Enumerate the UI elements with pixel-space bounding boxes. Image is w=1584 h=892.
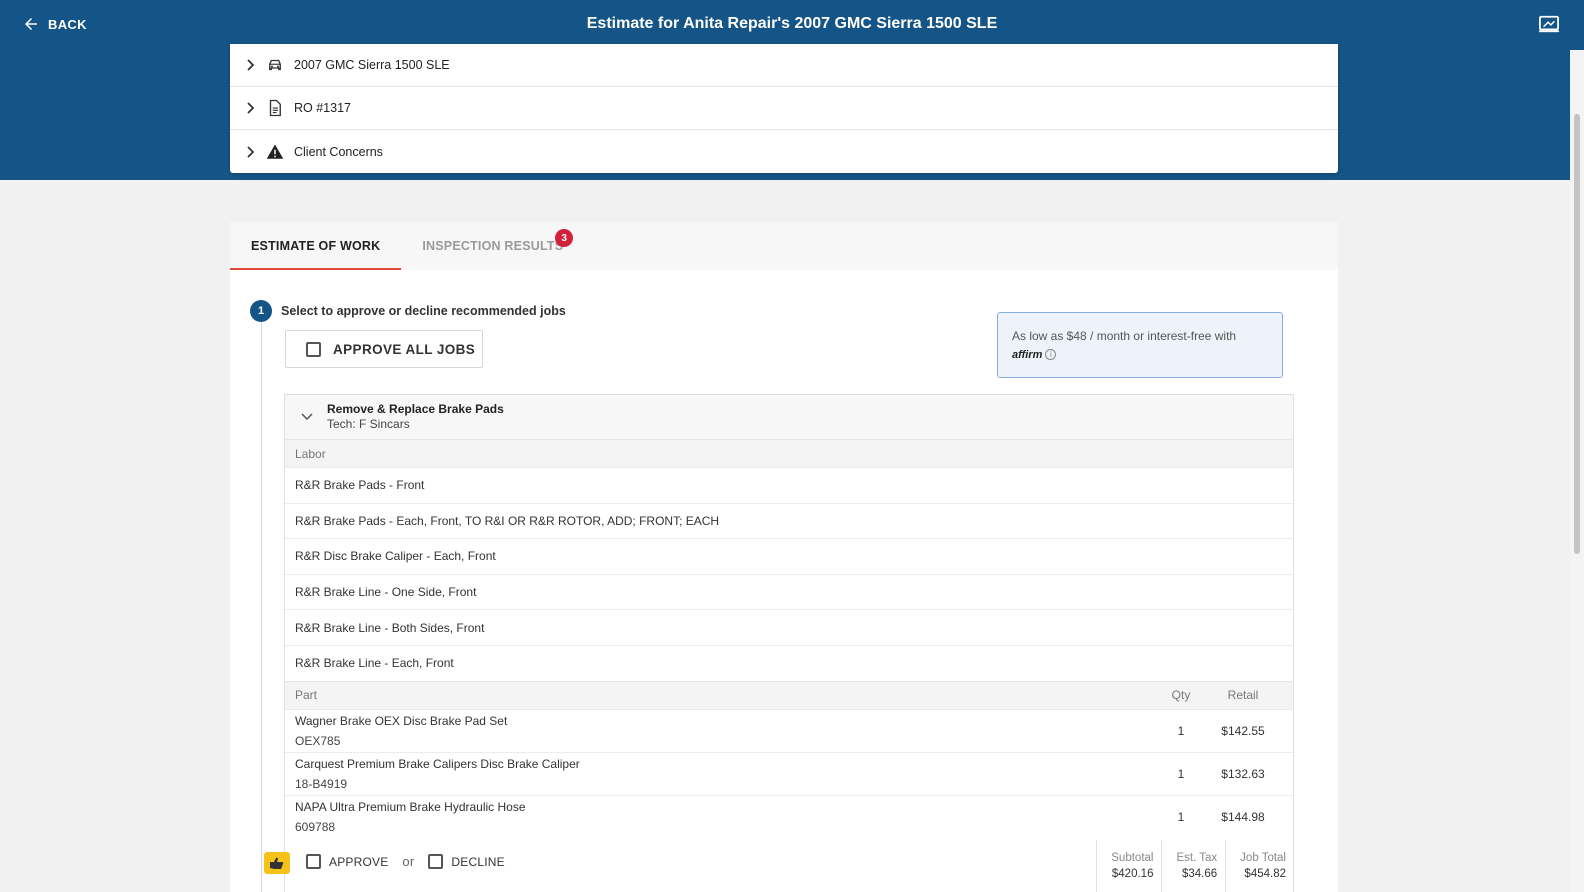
chevron-right-icon [247, 102, 255, 114]
job-totals: Subtotal $420.16 Est. Tax $34.66 Job Tot… [1096, 840, 1294, 892]
part-qty: 1 [1177, 766, 1185, 781]
labor-row: R&R Brake Line - One Side, Front [285, 573, 1293, 610]
part-name: Carquest Premium Brake Calipers Disc Bra… [295, 756, 580, 771]
estimate-card: ESTIMATE OF WORK INSPECTION RESULTS 3 1 … [230, 222, 1338, 892]
labor-row: R&R Brake Line - Each, Front [285, 644, 1293, 681]
or-label: or [402, 854, 415, 869]
part-qty: 1 [1177, 809, 1185, 824]
checkbox-icon [306, 341, 321, 357]
retail-column-header: Retail [1227, 688, 1259, 703]
tax-label: Est. Tax [1176, 852, 1218, 864]
summary-item-label: RO #1317 [294, 101, 351, 115]
summary-item-vehicle[interactable]: 2007 GMC Sierra 1500 SLE [230, 44, 1338, 87]
notification-badge: 3 [555, 229, 574, 247]
subtotal: Subtotal $420.16 [1096, 840, 1161, 892]
part-row: Carquest Premium Brake Calipers Disc Bra… [285, 751, 1293, 795]
labor-header: Labor [285, 439, 1293, 467]
chevron-right-icon [247, 59, 255, 71]
approve-decline-controls: APPROVE or DECLINE [306, 854, 505, 869]
approve-all-label: APPROVE ALL JOBS [333, 341, 476, 357]
part-number: 18-B4919 [295, 776, 348, 791]
affirm-logo: affirm [1012, 349, 1043, 361]
top-bar: BACK Estimate for Anita Repair's 2007 GM… [0, 0, 1584, 50]
job-total: Job Total $454.82 [1225, 840, 1294, 892]
part-retail: $144.98 [1221, 809, 1265, 824]
job-header[interactable]: Remove & Replace Brake Pads Tech: F Sinc… [285, 395, 1293, 439]
job-tech: Tech: F Sincars [327, 417, 410, 431]
tab-bar: ESTIMATE OF WORK INSPECTION RESULTS 3 [230, 222, 1338, 270]
subtotal-value: $420.16 [1111, 868, 1154, 880]
labor-row: R&R Brake Line - Both Sides, Front [285, 609, 1293, 645]
part-number: 609788 [295, 819, 336, 834]
step-line [261, 322, 262, 892]
tab-label: ESTIMATE OF WORK [251, 239, 381, 253]
screen-share-icon[interactable] [1538, 14, 1560, 34]
affirm-text: As low as $48 / month or interest-free w… [1012, 329, 1237, 343]
tab-estimate-of-work[interactable]: ESTIMATE OF WORK [230, 222, 402, 270]
part-row: NAPA Ultra Premium Brake Hydraulic Hose 6… [285, 794, 1293, 838]
affirm-financing-banner[interactable]: As low as $48 / month or interest-free w… [997, 312, 1283, 378]
step-instruction: 1 Select to approve or decline recommend… [250, 300, 566, 322]
approve-label: APPROVE [329, 854, 389, 869]
scrollbar-thumb[interactable] [1574, 114, 1580, 554]
part-column-header: Part [295, 688, 318, 703]
page-title: Estimate for Anita Repair's 2007 GMC Sie… [586, 15, 998, 32]
tab-inspection-results[interactable]: INSPECTION RESULTS 3 [401, 222, 584, 270]
summary-item-label: Client Concerns [294, 144, 383, 159]
chevron-right-icon [247, 145, 255, 158]
approve-all-jobs-button[interactable]: APPROVE ALL JOBS [285, 330, 483, 368]
estimated-tax: Est. Tax $34.66 [1161, 840, 1225, 892]
part-row: Wagner Brake OEX Disc Brake Pad Set OEX78… [285, 708, 1293, 752]
summary-item-ro[interactable]: RO #1317 [230, 87, 1338, 130]
job-title: Remove & Replace Brake Pads [327, 402, 504, 416]
info-icon[interactable]: i [1045, 349, 1057, 361]
decline-checkbox[interactable] [428, 854, 444, 869]
part-name: NAPA Ultra Premium Brake Hydraulic Hose [295, 799, 526, 814]
job-total-value: $454.82 [1244, 868, 1286, 880]
pointing-hand-icon [264, 852, 290, 874]
part-qty: 1 [1177, 723, 1185, 738]
part-name: Wagner Brake OEX Disc Brake Pad Set [295, 713, 508, 728]
approve-checkbox[interactable] [306, 854, 321, 869]
step-number: 1 [250, 300, 272, 322]
tax-value: $34.66 [1181, 868, 1218, 880]
part-retail: $132.63 [1221, 766, 1265, 781]
decline-label: DECLINE [451, 854, 505, 869]
labor-row: R&R Brake Pads - Front [285, 467, 1293, 503]
labor-row: R&R Disc Brake Caliper - Each, Front [285, 538, 1293, 574]
labor-row: R&R Brake Pads - Each, Front, TO R&I OR … [285, 502, 1293, 539]
summary-item-concerns[interactable]: Client Concerns [230, 130, 1338, 173]
part-number: OEX785 [295, 733, 341, 748]
parts-header: Part Qty Retail [285, 680, 1293, 709]
car-icon [269, 59, 281, 71]
chevron-down-icon [301, 413, 313, 421]
step-text: Select to approve or decline recommended… [281, 304, 566, 318]
job-card: Remove & Replace Brake Pads Tech: F Sinc… [284, 394, 1294, 892]
qty-column-header: Qty [1171, 688, 1191, 703]
document-icon [269, 99, 281, 117]
job-footer: APPROVE or DECLINE Subtotal $420.16 Est.… [262, 840, 1294, 892]
part-retail: $142.55 [1221, 723, 1265, 738]
scrollbar[interactable] [1570, 50, 1584, 892]
job-total-label: Job Total [1240, 852, 1286, 864]
subtotal-label: Subtotal [1111, 852, 1154, 864]
tab-label: INSPECTION RESULTS [422, 239, 564, 253]
summary-panel: 2007 GMC Sierra 1500 SLE RO #1317 Client… [230, 44, 1338, 173]
warning-icon [266, 144, 284, 159]
summary-item-label: 2007 GMC Sierra 1500 SLE [294, 58, 450, 72]
